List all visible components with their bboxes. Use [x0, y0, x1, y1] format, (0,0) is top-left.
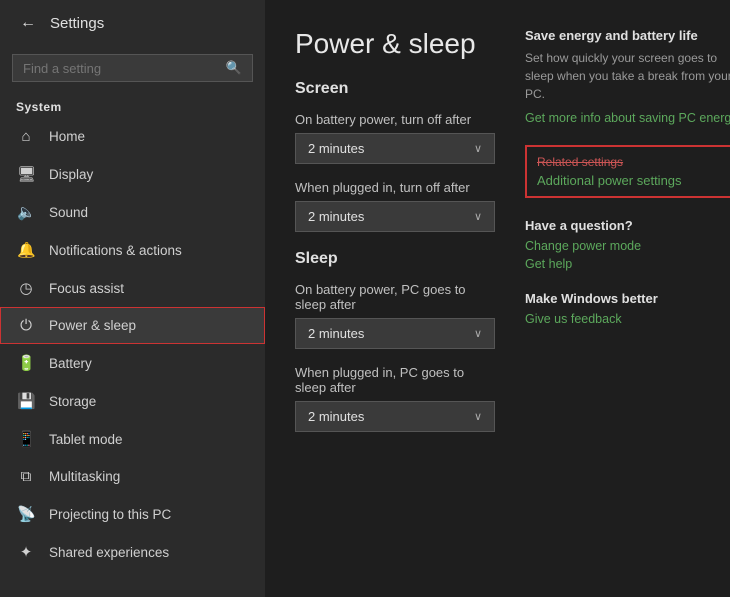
sidebar-item-focus[interactable]: ◷ Focus assist [0, 269, 265, 307]
sidebar-item-label-home: Home [49, 129, 85, 144]
back-button[interactable]: ← [16, 12, 40, 34]
get-help-link[interactable]: Get help [525, 257, 730, 271]
search-box[interactable]: 🔍 [12, 54, 253, 82]
change-power-mode-link[interactable]: Change power mode [525, 239, 730, 253]
screen-plugged-dropdown[interactable]: 2 minutes ∨ [295, 201, 495, 232]
search-input[interactable] [23, 61, 218, 76]
tablet-icon: 📱 [17, 430, 35, 448]
sidebar-title: Settings [50, 15, 104, 32]
sidebar-item-sound[interactable]: 🔈 Sound [0, 193, 265, 231]
page-title: Power & sleep [295, 28, 495, 60]
chevron-down-icon-3: ∨ [474, 327, 482, 340]
sidebar-item-label-storage: Storage [49, 394, 96, 409]
sound-icon: 🔈 [17, 203, 35, 221]
sidebar-item-tablet[interactable]: 📱 Tablet mode [0, 420, 265, 458]
content-left: Power & sleep Screen On battery power, t… [295, 28, 495, 577]
sidebar-item-label-multitasking: Multitasking [49, 469, 120, 484]
sleep-battery-row: On battery power, PC goes to sleep after… [295, 282, 495, 349]
sleep-battery-value: 2 minutes [308, 326, 364, 341]
sidebar-item-label-projecting: Projecting to this PC [49, 507, 171, 522]
sidebar-item-power[interactable]: ⏻ Power & sleep [0, 307, 265, 344]
main-content: Power & sleep Screen On battery power, t… [265, 0, 730, 597]
sidebar-item-shared[interactable]: ✦ Shared experiences [0, 533, 265, 571]
screen-battery-value: 2 minutes [308, 141, 364, 156]
sidebar-item-notifications[interactable]: 🔔 Notifications & actions [0, 231, 265, 269]
windows-title: Make Windows better [525, 291, 730, 306]
notifications-icon: 🔔 [17, 241, 35, 259]
shared-icon: ✦ [17, 543, 35, 561]
screen-battery-label: On battery power, turn off after [295, 112, 495, 127]
chevron-down-icon-4: ∨ [474, 410, 482, 423]
sidebar-item-label-notifications: Notifications & actions [49, 243, 182, 258]
sleep-section-title: Sleep [295, 250, 495, 268]
chevron-down-icon: ∨ [474, 142, 482, 155]
search-icon: 🔍 [226, 60, 242, 76]
windows-section: Make Windows better Give us feedback [525, 291, 730, 326]
energy-section: Save energy and battery life Set how qui… [525, 28, 730, 125]
battery-icon: 🔋 [17, 354, 35, 372]
sidebar: ← Settings 🔍 System ⌂ Home 🖥 Display 🔈 S… [0, 0, 265, 597]
question-section: Have a question? Change power mode Get h… [525, 218, 730, 271]
sidebar-item-multitasking[interactable]: ⧉ Multitasking [0, 458, 265, 495]
sleep-battery-dropdown[interactable]: 2 minutes ∨ [295, 318, 495, 349]
energy-desc: Set how quickly your screen goes to slee… [525, 49, 730, 103]
sidebar-item-label-power: Power & sleep [49, 318, 136, 333]
related-settings-box: Related settings Additional power settin… [525, 145, 730, 198]
nav-list: ⌂ Home 🖥 Display 🔈 Sound 🔔 Notifications… [0, 118, 265, 571]
sleep-plugged-row: When plugged in, PC goes to sleep after … [295, 365, 495, 432]
sidebar-item-label-shared: Shared experiences [49, 545, 169, 560]
related-settings-title: Related settings [537, 155, 730, 169]
energy-link[interactable]: Get more info about saving PC energy [525, 111, 730, 125]
power-icon: ⏻ [17, 317, 35, 334]
sidebar-item-label-battery: Battery [49, 356, 92, 371]
sidebar-section-label: System [0, 90, 265, 118]
home-icon: ⌂ [17, 128, 35, 145]
sleep-plugged-value: 2 minutes [308, 409, 364, 424]
screen-section-title: Screen [295, 80, 495, 98]
sleep-battery-label: On battery power, PC goes to sleep after [295, 282, 495, 312]
display-icon: 🖥 [17, 165, 35, 183]
projecting-icon: 📡 [17, 505, 35, 523]
screen-plugged-value: 2 minutes [308, 209, 364, 224]
sidebar-item-label-display: Display [49, 167, 93, 182]
focus-icon: ◷ [17, 279, 35, 297]
additional-power-settings-link[interactable]: Additional power settings [537, 173, 730, 188]
sidebar-item-battery[interactable]: 🔋 Battery [0, 344, 265, 382]
give-feedback-link[interactable]: Give us feedback [525, 312, 730, 326]
screen-battery-row: On battery power, turn off after 2 minut… [295, 112, 495, 164]
sidebar-item-label-sound: Sound [49, 205, 88, 220]
storage-icon: 💾 [17, 392, 35, 410]
sidebar-item-label-tablet: Tablet mode [49, 432, 123, 447]
question-title: Have a question? [525, 218, 730, 233]
screen-battery-dropdown[interactable]: 2 minutes ∨ [295, 133, 495, 164]
sidebar-item-label-focus: Focus assist [49, 281, 124, 296]
content-right: Save energy and battery life Set how qui… [525, 28, 730, 577]
screen-plugged-row: When plugged in, turn off after 2 minute… [295, 180, 495, 232]
sidebar-item-storage[interactable]: 💾 Storage [0, 382, 265, 420]
multitasking-icon: ⧉ [17, 468, 35, 485]
sidebar-item-projecting[interactable]: 📡 Projecting to this PC [0, 495, 265, 533]
sleep-plugged-dropdown[interactable]: 2 minutes ∨ [295, 401, 495, 432]
energy-title: Save energy and battery life [525, 28, 730, 43]
screen-plugged-label: When plugged in, turn off after [295, 180, 495, 195]
sleep-plugged-label: When plugged in, PC goes to sleep after [295, 365, 495, 395]
sidebar-item-home[interactable]: ⌂ Home [0, 118, 265, 155]
chevron-down-icon-2: ∨ [474, 210, 482, 223]
sidebar-item-display[interactable]: 🖥 Display [0, 155, 265, 193]
sidebar-header: ← Settings [0, 0, 265, 46]
